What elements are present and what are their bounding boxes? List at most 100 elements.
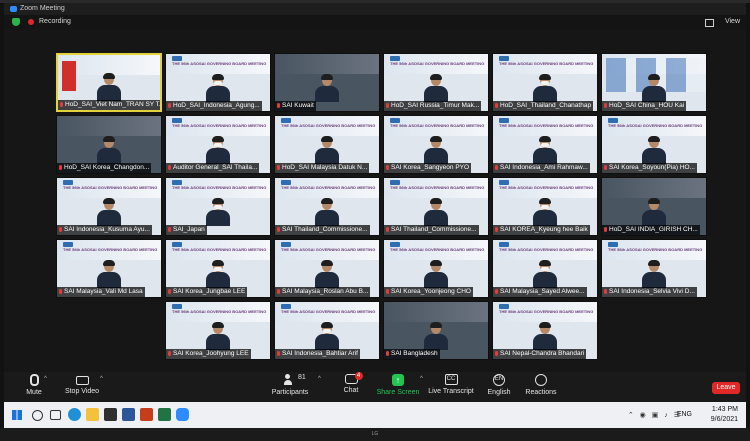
muted-mic-icon <box>604 103 607 108</box>
video-tile[interactable]: THE 56th ASOSAI GOVERNING BOARD MEETING S… <box>492 239 598 298</box>
meeting-banner-text: THE 56th ASOSAI GOVERNING BOARD MEETING <box>63 185 158 190</box>
participant-video-figure <box>424 260 448 288</box>
meeting-banner-text: THE 56th ASOSAI GOVERNING BOARD MEETING <box>499 123 594 128</box>
meeting-toolbar: Mute ^ Stop Video ^ 81 Participants ^ 4 … <box>4 372 746 402</box>
participant-name-label: SAI Indonesia_Kusuma Ayu... <box>57 225 152 235</box>
meeting-banner-text: THE 56th ASOSAI GOVERNING BOARD MEETING <box>608 247 703 252</box>
video-tile[interactable]: THE 56th ASOSAI GOVERNING BOARD MEETING S… <box>492 177 598 236</box>
muted-mic-icon <box>495 289 498 294</box>
share-options-caret-icon[interactable]: ^ <box>420 376 423 382</box>
globe-language-icon: EN <box>493 374 505 386</box>
participant-name-text: SAI Malaysia_Roslan Abu B... <box>282 288 369 295</box>
participant-name-label: HoD_SAI_Thailand_Chanathap <box>493 101 594 111</box>
participant-video-figure <box>206 136 230 164</box>
video-options-caret-icon[interactable]: ^ <box>100 376 103 382</box>
share-screen-button[interactable]: ↑ Share Screen <box>376 374 420 396</box>
video-tile[interactable]: SAI Bangladesh <box>383 301 489 360</box>
video-tile[interactable]: SAI Kuwait <box>274 53 380 112</box>
live-transcript-button[interactable]: CC Live Transcript <box>428 374 474 395</box>
video-tile[interactable]: THE 56th ASOSAI GOVERNING BOARD MEETING S… <box>383 239 489 298</box>
participant-name-text: SAI Indonesia_Selvia Vivi D... <box>609 288 695 295</box>
video-tile[interactable]: THE 56th ASOSAI GOVERNING BOARD MEETING S… <box>601 239 707 298</box>
taskbar-clock[interactable]: 1:43 PM 9/6/2021 <box>711 405 738 425</box>
video-tile[interactable]: THE 56th ASOSAI GOVERNING BOARD MEETING S… <box>274 239 380 298</box>
store-icon[interactable] <box>104 408 117 421</box>
video-tile[interactable]: HoD_SAI China_HOU Kai <box>601 53 707 112</box>
meeting-banner-text: THE 56th ASOSAI GOVERNING BOARD MEETING <box>390 123 485 128</box>
participant-video-figure <box>642 260 666 288</box>
video-tile[interactable]: THE 56th ASOSAI GOVERNING BOARD MEETING S… <box>56 177 162 236</box>
participant-video-figure <box>315 136 339 164</box>
reactions-button[interactable]: Reactions <box>522 374 560 396</box>
video-tile[interactable]: THE 56th ASOSAI GOVERNING BOARD MEETING S… <box>274 177 380 236</box>
participant-video-figure <box>424 322 448 350</box>
video-tile[interactable]: THE 56th ASOSAI GOVERNING BOARD MEETING S… <box>165 177 271 236</box>
video-tile[interactable]: THE 56th ASOSAI GOVERNING BOARD MEETING H… <box>274 115 380 174</box>
view-grid-icon[interactable] <box>705 19 714 27</box>
meeting-banner-text: THE 56th ASOSAI GOVERNING BOARD MEETING <box>499 61 594 66</box>
video-tile[interactable]: HoD_SAI_Viet Nam_TRAN SY T... <box>56 53 162 112</box>
participant-video-figure <box>533 198 557 226</box>
video-tile[interactable]: THE 56th ASOSAI GOVERNING BOARD MEETING A… <box>165 115 271 174</box>
task-view-icon[interactable] <box>50 410 61 420</box>
video-tile[interactable]: HoD_SAI Korea_Changdon... <box>56 115 162 174</box>
leave-button[interactable]: Leave <box>712 382 740 394</box>
meeting-banner-text: THE 56th ASOSAI GOVERNING BOARD MEETING <box>172 309 267 314</box>
input-language[interactable]: ENG <box>677 411 692 418</box>
participant-video-figure <box>97 73 121 101</box>
powerpoint-icon[interactable] <box>140 408 153 421</box>
participant-name-label: SAI Thailand_Commissione... <box>384 225 479 235</box>
muted-mic-icon <box>386 227 389 232</box>
video-tile[interactable]: THE 56th ASOSAI GOVERNING BOARD MEETING S… <box>601 115 707 174</box>
video-tile[interactable]: THE 56th ASOSAI GOVERNING BOARD MEETING S… <box>492 301 598 360</box>
participant-name-text: SAI Malaysia_Sayed Alwee... <box>500 288 585 295</box>
participant-name-text: Auditor General_SAI Thaila... <box>173 164 258 171</box>
participants-button[interactable]: 81 Participants <box>268 374 312 396</box>
excel-icon[interactable] <box>158 408 171 421</box>
video-tile[interactable]: THE 56th ASOSAI GOVERNING BOARD MEETING S… <box>165 301 271 360</box>
muted-mic-icon <box>59 165 62 170</box>
participant-name-text: SAI Indonesia_Kusuma Ayu... <box>64 226 150 233</box>
language-interpretation-button[interactable]: EN English <box>482 374 516 396</box>
participant-name-text: SAI Bangladesh <box>391 350 438 357</box>
muted-mic-icon <box>277 165 280 170</box>
zoom-taskbar-icon[interactable] <box>176 408 189 421</box>
stop-video-button[interactable]: Stop Video <box>60 374 104 395</box>
video-tile[interactable]: THE 56th ASOSAI GOVERNING BOARD MEETING H… <box>383 53 489 112</box>
participants-icon: 81 <box>284 374 306 386</box>
muted-mic-icon <box>386 103 389 108</box>
encryption-shield-icon[interactable] <box>12 18 20 26</box>
windows-start-icon[interactable] <box>12 410 22 420</box>
chat-button[interactable]: 4 Chat <box>334 372 368 394</box>
participant-name-label: HoD_SAI China_HOU Kai <box>602 101 687 111</box>
video-tile[interactable]: THE 56th ASOSAI GOVERNING BOARD MEETING H… <box>165 53 271 112</box>
view-button[interactable]: View <box>725 15 740 29</box>
stop-video-label: Stop Video <box>64 388 100 395</box>
video-tile[interactable]: THE 56th ASOSAI GOVERNING BOARD MEETING S… <box>56 239 162 298</box>
participant-video-figure <box>315 74 339 102</box>
video-tile[interactable]: THE 56th ASOSAI GOVERNING BOARD MEETING S… <box>383 177 489 236</box>
video-tile[interactable]: THE 56th ASOSAI GOVERNING BOARD MEETING S… <box>274 301 380 360</box>
audio-options-caret-icon[interactable]: ^ <box>44 376 47 382</box>
participant-name-label: SAI Korea_Sangyeon PYO <box>384 163 472 173</box>
participant-video-figure <box>206 260 230 288</box>
participant-name-text: HoD_SAI_Thailand_Chanathap <box>500 102 592 109</box>
participant-video-figure <box>533 322 557 350</box>
video-tile[interactable]: HoD_SAI INDIA_GIRISH CH... <box>601 177 707 236</box>
search-icon[interactable] <box>32 410 43 421</box>
english-label: English <box>487 389 511 396</box>
video-tile[interactable]: THE 56th ASOSAI GOVERNING BOARD MEETING S… <box>165 239 271 298</box>
video-tile[interactable]: THE 56th ASOSAI GOVERNING BOARD MEETING S… <box>383 115 489 174</box>
word-icon[interactable] <box>122 408 135 421</box>
participant-name-label: SAI Indonesia_Bahtiar Arif <box>275 349 360 359</box>
video-tile[interactable]: THE 56th ASOSAI GOVERNING BOARD MEETING S… <box>492 115 598 174</box>
video-tile[interactable]: THE 56th ASOSAI GOVERNING BOARD MEETING H… <box>492 53 598 112</box>
participant-video-figure <box>533 74 557 102</box>
participant-name-text: HoD_SAI Russia_Timur Mak... <box>391 102 480 109</box>
recording-label[interactable]: Recording <box>39 15 71 29</box>
system-tray-icons[interactable]: ⌃ ◉ ▣ ♪ ☰ <box>628 411 682 419</box>
file-explorer-icon[interactable] <box>86 408 99 421</box>
meeting-banner-text: THE 56th ASOSAI GOVERNING BOARD MEETING <box>63 247 158 252</box>
edge-browser-icon[interactable] <box>68 408 81 421</box>
participants-caret-icon[interactable]: ^ <box>318 376 321 382</box>
